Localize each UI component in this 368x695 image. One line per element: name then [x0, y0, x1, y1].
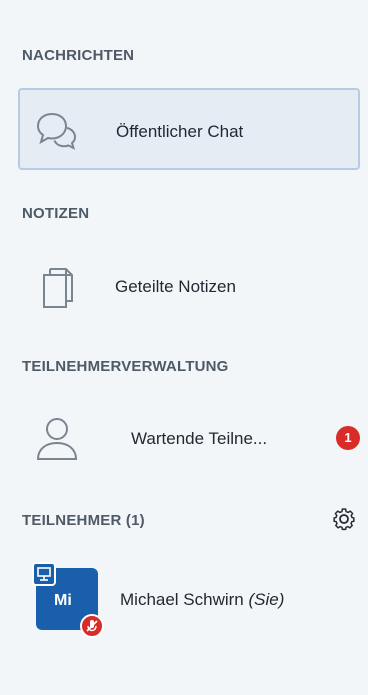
user-outline-icon	[36, 418, 78, 460]
shared-notes-label: Geteilte Notizen	[115, 277, 236, 296]
section-title-user-management: TEILNEHMERVERWALTUNG	[22, 358, 229, 375]
waiting-users-label: Wartende Teilne...	[131, 429, 268, 448]
public-chat-label: Öffentlicher Chat	[116, 122, 244, 141]
presentation-icon	[32, 562, 56, 586]
waiting-users-badge: 1	[336, 426, 360, 450]
document-icon	[43, 268, 73, 308]
user-name: Michael Schwirn (Sie)	[120, 590, 284, 610]
microphone-muted-icon	[80, 614, 104, 638]
section-title-notes: NOTIZEN	[22, 205, 90, 222]
user-list-item[interactable]: Mi Michael Schwirn (Sie)	[18, 560, 360, 640]
section-title-users: TEILNEHMER (1)	[22, 512, 145, 529]
sidebar-item-shared-notes[interactable]: Geteilte Notizen	[18, 245, 360, 327]
user-name-text: Michael Schwirn	[120, 590, 244, 609]
sidebar-panel: NACHRICHTEN Öffentlicher Chat NOTIZEN Ge…	[0, 0, 368, 695]
chat-bubbles-icon	[36, 112, 77, 150]
user-self-suffix: (Sie)	[248, 590, 285, 609]
sidebar-item-public-chat[interactable]: Öffentlicher Chat	[18, 88, 360, 170]
gear-icon[interactable]	[330, 505, 358, 533]
sidebar-item-waiting-users[interactable]: Wartende Teilne... 1	[18, 397, 360, 479]
section-title-messages: NACHRICHTEN	[22, 47, 135, 64]
